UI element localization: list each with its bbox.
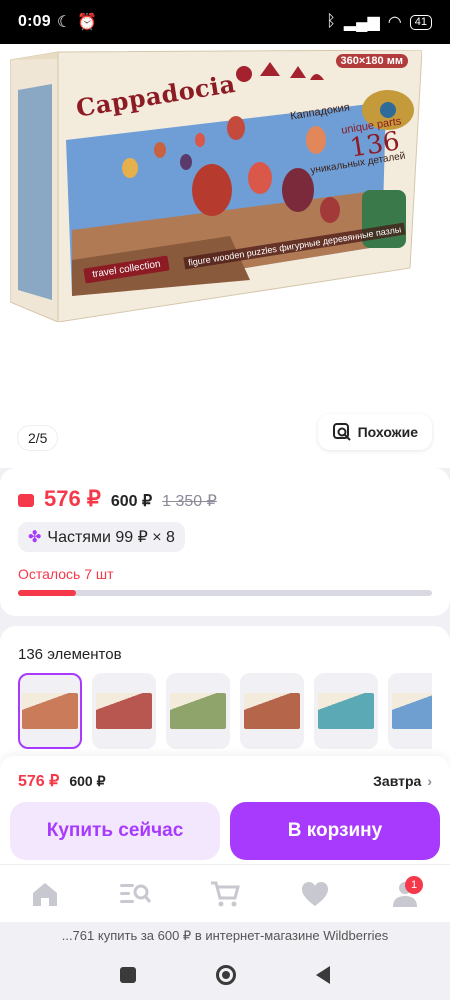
stock-progress-fill bbox=[18, 590, 76, 596]
chevron-right-icon: › bbox=[427, 773, 432, 789]
nav-profile[interactable]: 1 bbox=[385, 874, 425, 914]
installment-icon: ✤ bbox=[28, 529, 42, 546]
signal-icon: ▂▄▆ bbox=[343, 14, 380, 31]
nav-cart[interactable] bbox=[205, 874, 245, 914]
variant-thumb-image bbox=[170, 693, 226, 729]
nav-favorites[interactable] bbox=[295, 874, 335, 914]
installment-text: Частями 99 ₽ × 8 bbox=[47, 529, 175, 546]
profile-badge: 1 bbox=[405, 875, 423, 894]
home-icon bbox=[33, 882, 57, 906]
nav-home[interactable] bbox=[25, 874, 65, 914]
variants-title: 136 элементов bbox=[18, 646, 122, 663]
buy-price: 576 ₽ bbox=[18, 773, 60, 790]
variant-thumb[interactable] bbox=[240, 673, 304, 749]
similar-label: Похожие bbox=[357, 424, 418, 440]
add-to-cart-button[interactable]: В корзину bbox=[230, 802, 440, 860]
nav-catalog[interactable] bbox=[115, 874, 155, 914]
wifi-icon: ◠ bbox=[387, 14, 402, 31]
bluetooth-icon: ᛒ bbox=[326, 13, 336, 30]
variant-thumb[interactable] bbox=[18, 673, 82, 749]
gallery-counter: 2/5 bbox=[18, 426, 58, 450]
delivery-label: Завтра bbox=[373, 773, 422, 789]
installment-badge[interactable]: ✤ Частями 99 ₽ × 8 bbox=[18, 522, 185, 552]
variant-thumb-image bbox=[22, 693, 78, 729]
variant-thumb-image bbox=[318, 693, 374, 729]
similar-button[interactable]: Похожие bbox=[317, 414, 432, 450]
variant-thumb[interactable] bbox=[166, 673, 230, 749]
delivery-date[interactable]: Завтра › bbox=[373, 773, 432, 789]
battery-icon: 41 bbox=[409, 14, 432, 30]
cart-icon bbox=[211, 881, 240, 906]
alarm-icon: ⏰ bbox=[77, 14, 98, 31]
price-old: 1 350 ₽ bbox=[162, 493, 217, 510]
variant-thumb-image bbox=[244, 693, 300, 729]
price-card: 576 ₽ 600 ₽ 1 350 ₽ ✤ Частями 99 ₽ × 8 О… bbox=[0, 468, 450, 616]
bottom-nav: 1 bbox=[0, 864, 450, 922]
variants-card: 136 элементов bbox=[0, 626, 450, 766]
back-button[interactable] bbox=[316, 966, 330, 984]
similar-search-icon bbox=[332, 423, 351, 441]
product-image[interactable]: Cappadocia Каппадокия 360×180 мм unique … bbox=[10, 50, 422, 322]
buy-now-button[interactable]: Купить сейчас bbox=[10, 802, 220, 860]
catalog-search-icon bbox=[120, 883, 152, 903]
favorites-icon bbox=[302, 881, 328, 906]
wallet-icon bbox=[18, 494, 34, 507]
buy-price-secondary: 600 ₽ bbox=[69, 772, 106, 789]
stock-text: Осталось 7 шт bbox=[18, 566, 114, 582]
page-url-caption: ...761 купить за 600 ₽ в интернет-магази… bbox=[0, 922, 450, 950]
product-gallery[interactable]: Cappadocia Каппадокия 360×180 мм unique … bbox=[0, 44, 450, 468]
moon-icon: ☾ bbox=[56, 14, 72, 31]
variant-thumb[interactable] bbox=[92, 673, 156, 749]
home-system-button[interactable] bbox=[216, 965, 236, 985]
variant-thumb-image bbox=[392, 693, 432, 729]
box-dimensions: 360×180 мм bbox=[335, 54, 408, 68]
price-current: 576 ₽ bbox=[44, 486, 101, 511]
variant-thumb[interactable] bbox=[388, 673, 432, 749]
stock-progress-bar bbox=[18, 590, 432, 596]
system-nav-bar bbox=[0, 950, 450, 1000]
buy-panel: 576 ₽ 600 ₽ Завтра › Купить сейчас В кор… bbox=[0, 756, 450, 864]
recents-button[interactable] bbox=[120, 967, 136, 983]
variants-list bbox=[18, 673, 432, 749]
price-secondary: 600 ₽ bbox=[110, 493, 153, 510]
status-time: 0:09 bbox=[18, 13, 51, 30]
status-bar: 0:09 ☾ ⏰ ᛒ ▂▄▆ ◠ 41 bbox=[0, 0, 450, 44]
variant-thumb[interactable] bbox=[314, 673, 378, 749]
variant-thumb-image bbox=[96, 693, 152, 729]
